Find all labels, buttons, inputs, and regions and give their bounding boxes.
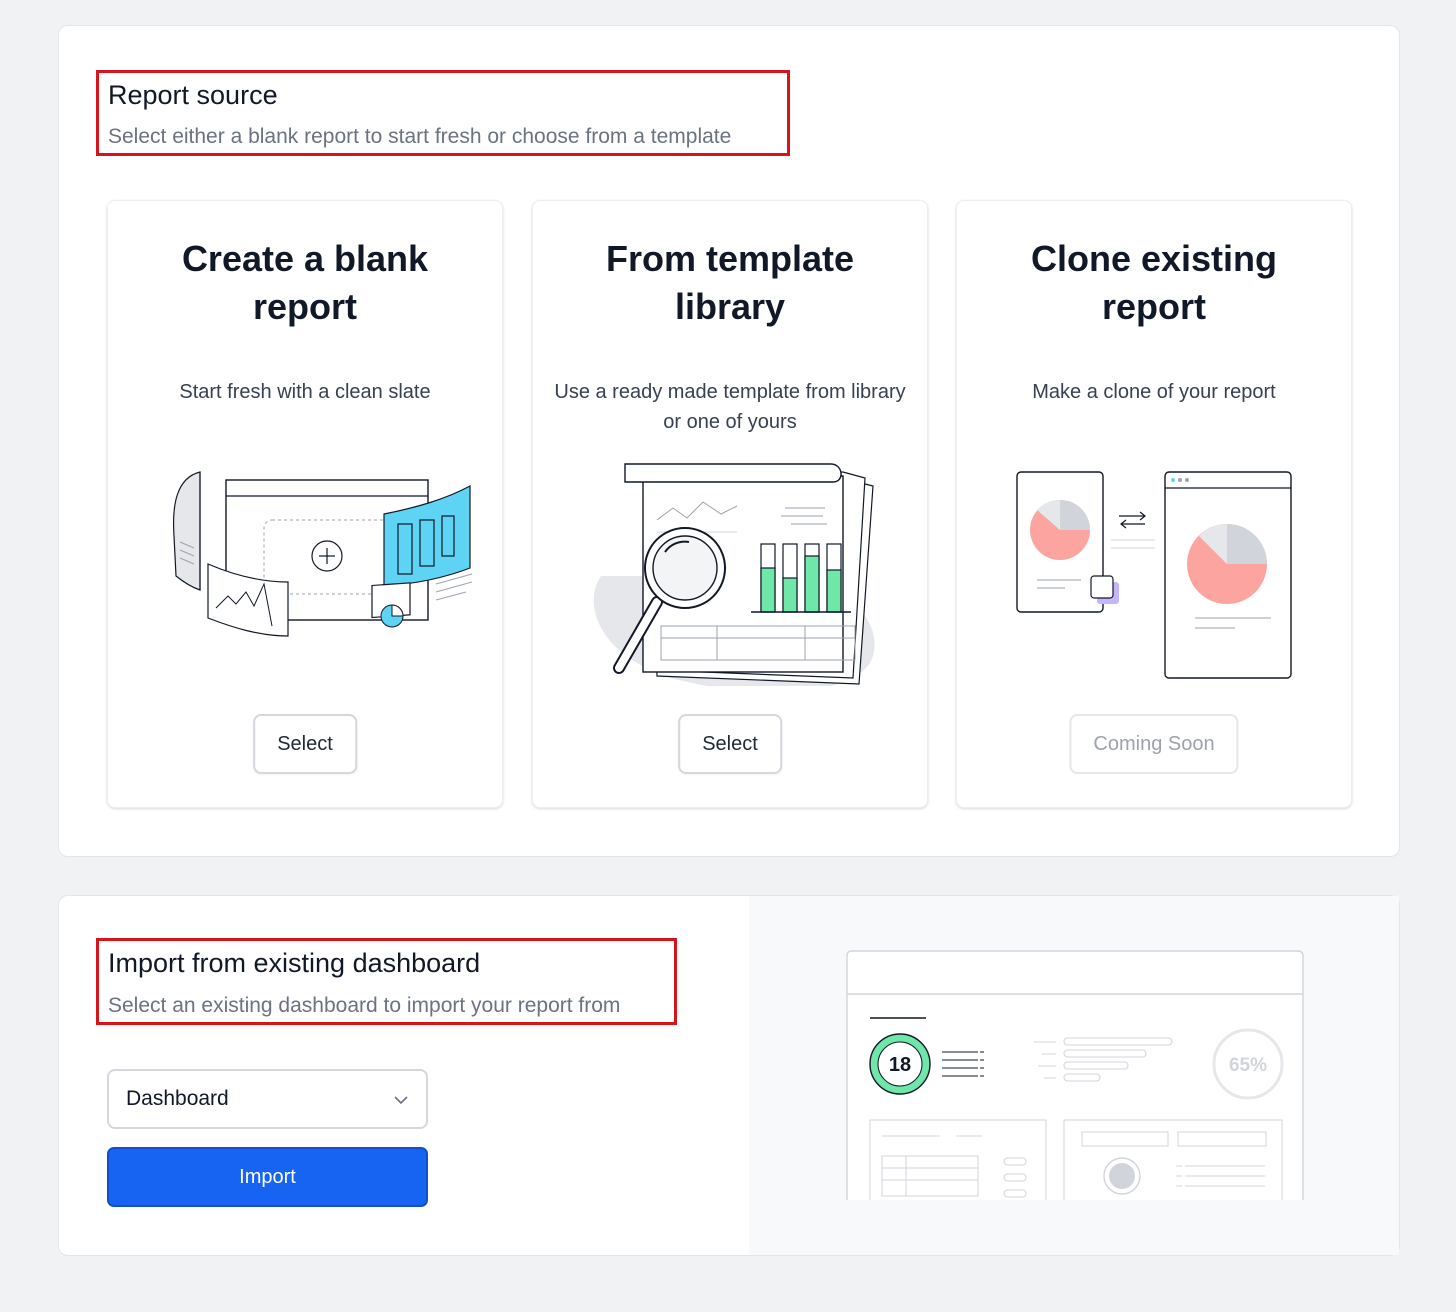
blank-report-illustration xyxy=(172,471,473,637)
clone-report-illustration xyxy=(1016,471,1292,679)
card-title: Clone existing report xyxy=(1030,238,1278,327)
preview-percent-value: 65% xyxy=(1229,1055,1267,1076)
card-description: Start fresh with a clean slate xyxy=(179,381,431,403)
import-section-title: Import from existing dashboard xyxy=(108,948,481,978)
import-section-subtitle: Select an existing dashboard to import y… xyxy=(108,994,621,1017)
select-blank-report-button[interactable]: Select xyxy=(253,714,357,774)
report-source-title: Report source xyxy=(108,80,278,110)
card-blank-report: Create a blank report Start fresh with a… xyxy=(107,200,503,808)
coming-soon-button: Coming Soon xyxy=(1069,714,1239,774)
card-description: Use a ready made template from library o… xyxy=(554,381,906,433)
import-button[interactable]: Import xyxy=(107,1147,428,1207)
dashboard-preview-illustration: 18 65% xyxy=(846,950,1304,1200)
card-template-library: From template library Use a ready made t… xyxy=(532,200,928,808)
card-description: Make a clone of your report xyxy=(1032,381,1276,403)
card-title: From template library xyxy=(605,238,855,327)
card-clone-report: Clone existing report Make a clone of yo… xyxy=(956,200,1352,808)
select-template-button[interactable]: Select xyxy=(678,714,782,774)
dashboard-select-value: Dashboard xyxy=(126,1087,229,1110)
preview-badge-value: 18 xyxy=(889,1054,911,1076)
chevron-down-icon xyxy=(394,1096,408,1105)
template-library-illustration xyxy=(593,463,875,686)
card-title: Create a blank report xyxy=(181,238,429,327)
report-source-subtitle: Select either a blank report to start fr… xyxy=(108,125,732,148)
dashboard-select[interactable]: Dashboard xyxy=(107,1069,428,1129)
